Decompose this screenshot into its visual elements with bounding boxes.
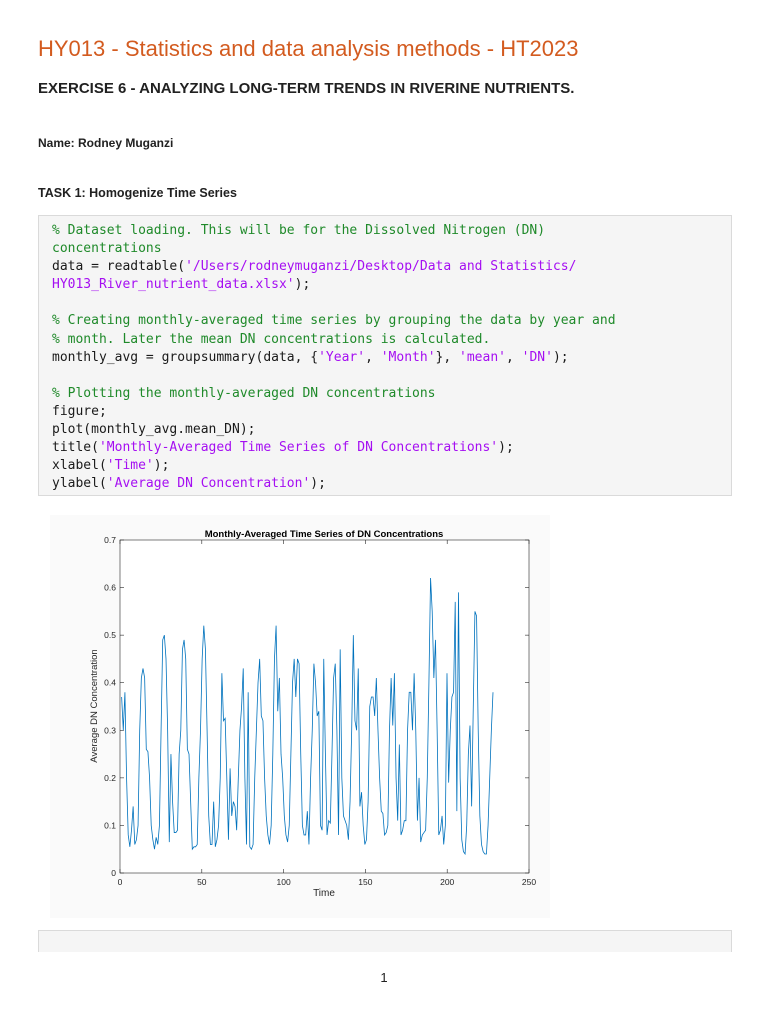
task-heading: TASK 1: Homogenize Time Series <box>38 186 237 200</box>
code-line: concentrations <box>52 240 731 258</box>
y-tick-label: 0.1 <box>104 820 116 830</box>
code-line: data = readtable('/Users/rodneymuganzi/D… <box>52 258 731 276</box>
code-comment: % Creating monthly-averaged time series … <box>52 313 616 329</box>
code-string: 'Monthly-Averaged Time Series of DN Conc… <box>98 440 499 456</box>
code-comment: % Plotting the monthly-averaged DN conce… <box>52 385 436 401</box>
code-line: xlabel('Time'); <box>52 457 731 475</box>
figure: 0 50 100 150 200 250 0 0.1 0.2 0.3 0.4 0.5 0.6 0.7 Mo… <box>50 515 550 918</box>
code-string: 'Year' <box>318 349 366 365</box>
code-line: figure; <box>52 403 731 421</box>
x-tick-label: 100 <box>277 877 291 887</box>
code-plain: ); <box>552 349 569 365</box>
x-axis-label: Time <box>313 888 335 899</box>
page-number: 1 <box>380 970 388 985</box>
y-tick-label: 0 <box>111 868 116 878</box>
code-line: plot(monthly_avg.mean_DN); <box>52 421 731 439</box>
code-comment: % Dataset loading. This will be for the … <box>52 223 546 238</box>
code-comment: % month. Later the mean DN concentration… <box>52 331 491 347</box>
y-tick-label: 0.2 <box>104 773 116 783</box>
code-comment: concentrations <box>52 241 162 257</box>
exercise-heading: EXERCISE 6 - ANALYZING LONG-TERM TRENDS … <box>38 80 575 97</box>
code-plain: plot(monthly_avg.mean_DN); <box>52 422 256 438</box>
y-tick-label: 0.3 <box>104 725 116 735</box>
y-tick-label: 0.5 <box>104 630 116 640</box>
code-plain: ); <box>310 476 326 492</box>
code-string: 'Month' <box>380 349 436 365</box>
x-tick-label: 150 <box>358 877 372 887</box>
code-string: 'Time' <box>106 458 154 474</box>
code-line: ylabel('Average DN Concentration'); <box>52 475 731 493</box>
code-plain: ); <box>153 458 170 474</box>
code-plain: ); <box>294 277 311 293</box>
code-line: HY013_River_nutrient_data.xlsx'); <box>52 276 731 294</box>
code-string: HY013_River_nutrient_data.xlsx' <box>52 277 295 293</box>
code-plain: , <box>365 349 381 365</box>
line-chart: 0 50 100 150 200 250 0 0.1 0.2 0.3 0.4 0.5 0.6 0.7 Mo… <box>89 529 536 899</box>
code-block: % Dataset loading. This will be for the … <box>38 215 732 496</box>
y-tick-label: 0.4 <box>104 678 116 688</box>
code-plain: , <box>505 349 522 365</box>
code-plain: }, <box>435 349 460 365</box>
x-tick-label: 200 <box>440 877 454 887</box>
y-tick-label: 0.7 <box>104 535 116 545</box>
code-string: '/Users/rodneymuganzi/Desktop/Data and S… <box>185 259 577 275</box>
code-line: % Plotting the monthly-averaged DN conce… <box>52 385 731 403</box>
code-line: % Creating monthly-averaged time series … <box>52 312 731 330</box>
code-plain: data = readtable( <box>52 259 186 275</box>
code-plain: xlabel( <box>52 458 107 474</box>
x-tick-label: 0 <box>118 877 123 887</box>
x-tick-label: 50 <box>197 877 207 887</box>
code-plain: ylabel( <box>52 476 107 492</box>
code-string: 'mean' <box>459 349 506 365</box>
code-plain: monthly_avg = groupsummary(data, { <box>52 349 319 365</box>
code-plain: ); <box>498 440 514 456</box>
code-line: % Dataset loading. This will be for the … <box>52 222 731 240</box>
code-string: 'DN' <box>521 349 553 365</box>
code-string: 'Average DN Concentration' <box>106 476 311 492</box>
x-tick-label: 250 <box>522 877 536 887</box>
code-line: % month. Later the mean DN concentration… <box>52 331 731 349</box>
document-title: HY013 - Statistics and data analysis met… <box>38 36 579 61</box>
code-line: title('Monthly-Averaged Time Series of D… <box>52 439 731 457</box>
chart-title: Monthly-Averaged Time Series of DN Conce… <box>205 529 444 540</box>
code-block-next <box>38 930 732 952</box>
code-plain: figure; <box>52 403 107 419</box>
y-axis-label: Average DN Concentration <box>89 649 100 762</box>
code-line: monthly_avg = groupsummary(data, {'Year'… <box>52 349 731 367</box>
author-name: Name: Rodney Muganzi <box>38 136 174 150</box>
y-tick-label: 0.6 <box>104 583 116 593</box>
code-plain: title( <box>52 440 99 456</box>
